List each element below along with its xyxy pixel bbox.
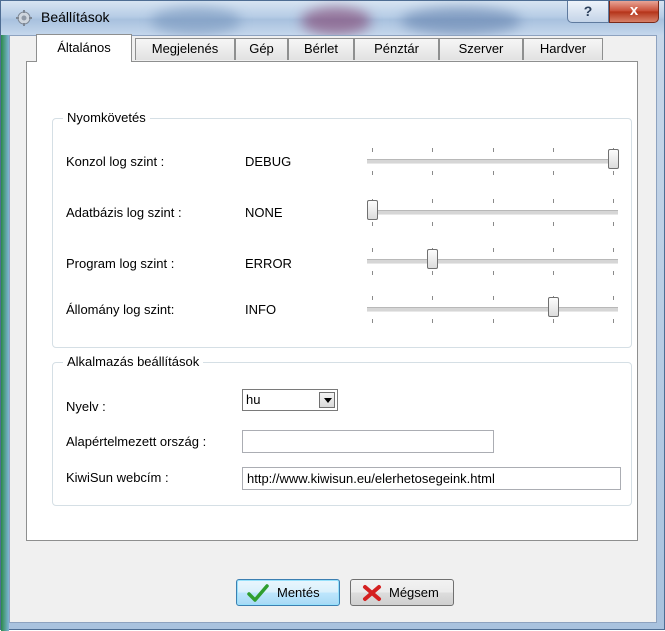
slider-tick — [432, 296, 433, 300]
slider-thumb[interactable] — [608, 149, 619, 169]
tab-label: Gép — [249, 41, 274, 56]
database-log-label: Adatbázis log szint : — [66, 205, 182, 220]
country-field[interactable] — [242, 430, 494, 453]
tab-label: Megjelenés — [151, 41, 219, 56]
cancel-x-icon — [363, 585, 381, 601]
file-log-slider[interactable] — [365, 294, 620, 324]
webaddress-label: KiwiSun webcím : — [66, 470, 169, 485]
save-button[interactable]: Mentés — [236, 579, 340, 606]
cancel-button-label: Mégsem — [389, 585, 439, 600]
slider-tick — [372, 171, 373, 175]
slider-tick — [493, 148, 494, 152]
help-icon: ? — [583, 3, 593, 19]
slider-thumb[interactable] — [427, 249, 438, 269]
tab-megjelenes[interactable]: Megjelenés — [135, 38, 235, 60]
slider-tick — [432, 319, 433, 323]
tab-label: Általános — [57, 40, 111, 55]
language-select-value: hu — [246, 392, 261, 407]
slider-tick — [553, 199, 554, 203]
tab-gep[interactable]: Gép — [235, 38, 288, 60]
program-log-slider[interactable] — [365, 246, 620, 276]
program-log-label: Program log szint : — [66, 256, 175, 271]
cancel-button[interactable]: Mégsem — [350, 579, 454, 606]
slider-tick — [613, 171, 614, 175]
slider-tick — [613, 248, 614, 252]
logging-group-title: Nyomkövetés — [63, 110, 150, 125]
slider-tick — [493, 296, 494, 300]
slider-tick — [493, 222, 494, 226]
save-button-label: Mentés — [277, 585, 320, 600]
slider-tick — [613, 271, 614, 275]
checkmark-icon — [247, 584, 269, 602]
language-select[interactable]: hu — [242, 389, 338, 411]
program-log-value: ERROR — [245, 256, 292, 271]
slider-track[interactable] — [367, 210, 618, 215]
database-log-slider[interactable] — [365, 197, 620, 227]
gear-icon — [16, 10, 32, 26]
slider-tick — [553, 148, 554, 152]
titlebar-decoration — [301, 7, 371, 35]
slider-tick — [372, 248, 373, 252]
tab-label: Bérlet — [304, 41, 338, 56]
slider-thumb[interactable] — [548, 297, 559, 317]
webaddress-field[interactable]: http://www.kiwisun.eu/elerhetosegeink.ht… — [242, 467, 621, 490]
tab-szerver[interactable]: Szerver — [439, 38, 523, 60]
database-log-value: NONE — [245, 205, 283, 220]
console-log-label: Konzol log szint : — [66, 154, 165, 169]
slider-tick — [493, 171, 494, 175]
slider-tick — [372, 148, 373, 152]
title-bar[interactable]: Beállítások ? x — [1, 1, 664, 35]
slider-tick — [613, 222, 614, 226]
tab-penztar[interactable]: Pénztár — [354, 38, 439, 60]
slider-tick — [493, 319, 494, 323]
slider-tick — [372, 271, 373, 275]
slider-tick — [553, 222, 554, 226]
close-button[interactable]: x — [609, 1, 659, 23]
slider-thumb[interactable] — [367, 200, 378, 220]
slider-tick — [372, 296, 373, 300]
tab-berlet[interactable]: Bérlet — [288, 38, 354, 60]
close-icon: x — [629, 2, 639, 19]
slider-tick — [613, 319, 614, 323]
slider-tick — [553, 248, 554, 252]
app-settings-group-title: Alkalmazás beállítások — [63, 354, 204, 369]
slider-track[interactable] — [367, 259, 618, 264]
slider-tick — [432, 271, 433, 275]
titlebar-decoration — [151, 7, 241, 35]
slider-tick — [553, 271, 554, 275]
chevron-down-icon[interactable] — [319, 392, 335, 408]
tab-hardver[interactable]: Hardver — [523, 38, 603, 60]
tab-label: Szerver — [458, 41, 504, 56]
tab-label: Hardver — [539, 41, 587, 56]
file-log-value: INFO — [245, 302, 277, 317]
slider-tick — [553, 319, 554, 323]
console-log-value: DEBUG — [245, 154, 292, 169]
slider-track[interactable] — [367, 159, 618, 164]
slider-tick — [493, 271, 494, 275]
help-button[interactable]: ? — [567, 1, 609, 23]
slider-tick — [372, 319, 373, 323]
window-frame-edge — [1, 35, 9, 631]
slider-tick — [432, 171, 433, 175]
slider-tick — [432, 222, 433, 226]
slider-tick — [432, 148, 433, 152]
slider-tick — [432, 199, 433, 203]
window-title: Beállítások — [41, 9, 110, 25]
console-log-slider[interactable] — [365, 146, 620, 176]
titlebar-decoration — [401, 7, 521, 35]
country-label: Alapértelmezett ország : — [66, 434, 207, 449]
slider-tick — [553, 171, 554, 175]
slider-tick — [613, 199, 614, 203]
tab-label: Pénztár — [374, 41, 419, 56]
slider-track[interactable] — [367, 307, 618, 312]
slider-tick — [493, 199, 494, 203]
slider-tick — [372, 222, 373, 226]
tab-altalanos[interactable]: Általános — [36, 34, 132, 62]
slider-tick — [613, 296, 614, 300]
language-label: Nyelv : — [66, 399, 106, 414]
slider-tick — [493, 248, 494, 252]
file-log-label: Állomány log szint: — [66, 302, 175, 317]
